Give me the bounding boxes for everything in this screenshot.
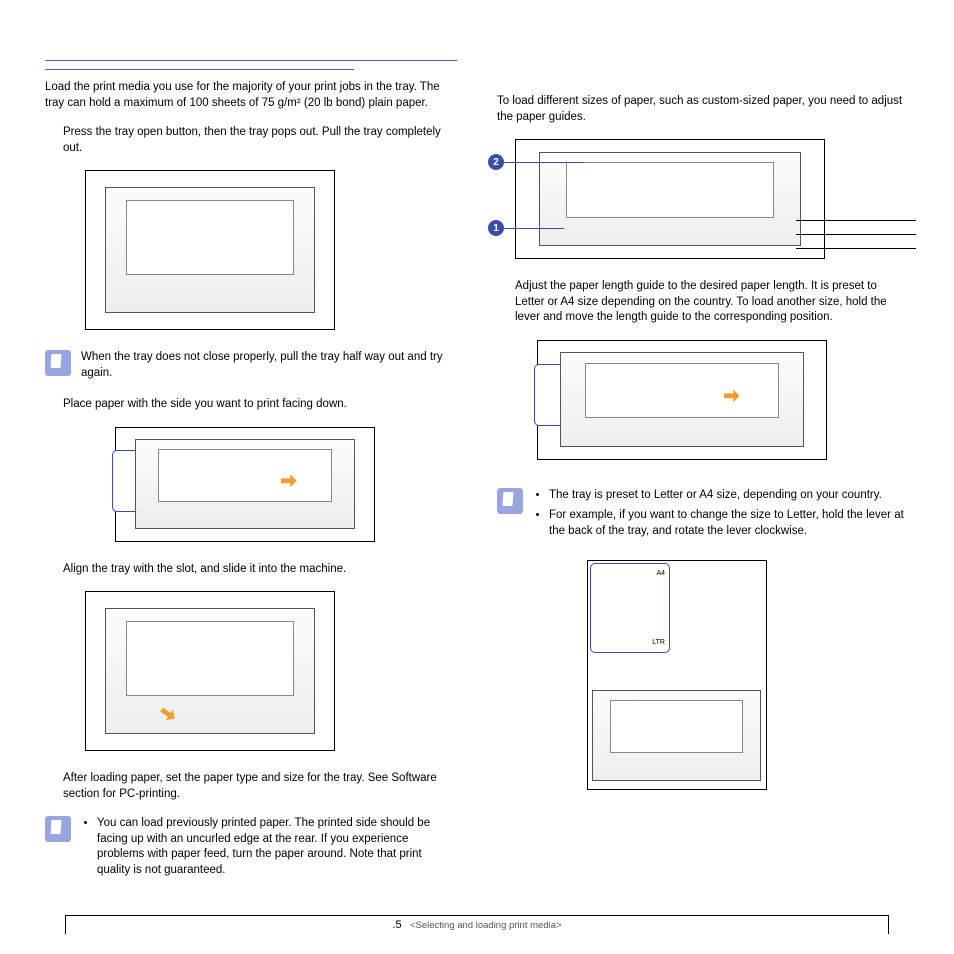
figure-rotate-lever: A4 LTR <box>587 560 767 790</box>
note-icon <box>497 488 523 514</box>
step-length-guide: Adjust the paper length guide to the des… <box>515 279 909 326</box>
note-reprint: You can load previously printed paper. T… <box>45 816 457 883</box>
chapter-title: <Selecting and loading print media> <box>410 920 562 931</box>
intro-text-right: To load different sizes of paper, such a… <box>497 94 909 125</box>
step-3: Align the tray with the slot, and slide … <box>63 562 457 578</box>
figure-guides-overview: 2 1 <box>515 139 825 259</box>
callout-2: 2 <box>488 154 504 170</box>
note-icon <box>45 816 71 842</box>
note-tray-close: When the tray does not close properly, p… <box>45 350 457 381</box>
page-number: .5 <box>392 919 401 931</box>
note-bullet: For example, if you want to change the s… <box>549 508 909 539</box>
page-footer: .5 <Selecting and loading print media> <box>65 915 889 934</box>
note-bullet: You can load previously printed paper. T… <box>97 816 457 878</box>
figure-length-guide <box>537 340 827 460</box>
note-icon <box>45 350 71 376</box>
note-bullet: The tray is preset to Letter or A4 size,… <box>549 488 909 504</box>
left-column: Load the print media you use for the maj… <box>45 60 457 899</box>
step-1: Press the tray open button, then the tra… <box>63 125 457 156</box>
figure-insert-tray <box>85 591 335 751</box>
step-2: Place paper with the side you want to pr… <box>63 397 457 413</box>
intro-text: Load the print media you use for the maj… <box>45 80 457 111</box>
callout-1: 1 <box>488 220 504 236</box>
label-a4: A4 <box>656 570 665 577</box>
note-preset: The tray is preset to Letter or A4 size,… <box>497 488 909 545</box>
rule-top <box>45 60 457 61</box>
right-column: To load different sizes of paper, such a… <box>497 60 909 899</box>
figure-open-tray <box>85 170 335 330</box>
figure-place-paper <box>115 427 375 542</box>
note-bullets: You can load previously printed paper. T… <box>81 816 457 883</box>
label-ltr: LTR <box>652 639 665 646</box>
note-text: When the tray does not close properly, p… <box>81 350 457 381</box>
rule-sub <box>45 69 354 70</box>
step-4: After loading paper, set the paper type … <box>63 771 457 802</box>
note-bullets-right: The tray is preset to Letter or A4 size,… <box>533 488 909 545</box>
